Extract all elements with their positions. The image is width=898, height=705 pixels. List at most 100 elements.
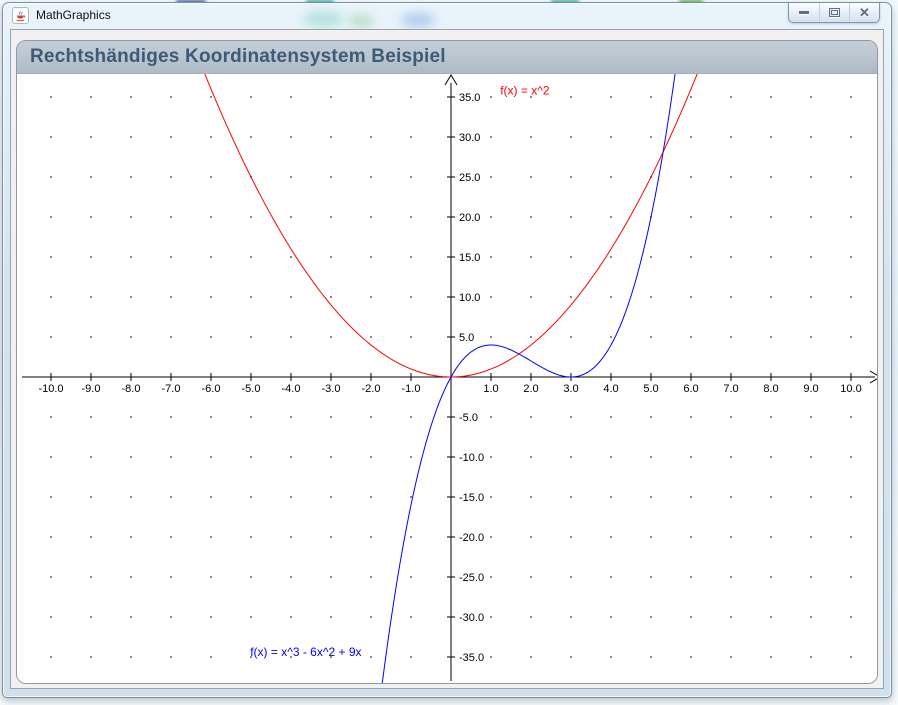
grid-dot — [250, 536, 252, 538]
grid-dot — [330, 336, 332, 338]
grid-dot — [770, 496, 772, 498]
grid-dot — [490, 296, 492, 298]
grid-dot — [850, 296, 852, 298]
grid-dot — [530, 456, 532, 458]
y-tick-label: 5.0 — [459, 332, 474, 344]
grid-dot — [50, 136, 52, 138]
grid-dot — [690, 416, 692, 418]
grid-dot — [90, 136, 92, 138]
grid-dot — [330, 256, 332, 258]
grid-dot — [530, 336, 532, 338]
grid-dot — [370, 456, 372, 458]
grid-dot — [610, 656, 612, 658]
grid-dot — [530, 496, 532, 498]
grid-dot — [730, 296, 732, 298]
grid-dot — [50, 216, 52, 218]
grid-dot — [690, 656, 692, 658]
grid-dot — [770, 296, 772, 298]
grid-dot — [170, 256, 172, 258]
grid-dot — [330, 416, 332, 418]
grid-dot — [90, 216, 92, 218]
grid-dot — [130, 536, 132, 538]
grid-dot — [490, 96, 492, 98]
grid-dot — [290, 336, 292, 338]
grid-dot — [650, 296, 652, 298]
grid-dot — [530, 296, 532, 298]
grid-dot — [850, 576, 852, 578]
y-tick-label: -30.0 — [459, 612, 484, 624]
grid-dot — [850, 496, 852, 498]
grid-dot — [210, 656, 212, 658]
grid-dot — [250, 456, 252, 458]
grid-dot — [250, 256, 252, 258]
grid-dot — [490, 616, 492, 618]
grid-dot — [90, 656, 92, 658]
grid-dot — [810, 136, 812, 138]
glass-reflection — [401, 13, 435, 27]
y-tick-label: 30.0 — [459, 132, 480, 144]
y-tick-label: 35.0 — [459, 92, 480, 104]
grid-dot — [50, 336, 52, 338]
grid-dot — [690, 296, 692, 298]
grid-dot — [610, 136, 612, 138]
close-button[interactable]: ✕ — [849, 3, 879, 22]
x-tick-label: 8.0 — [763, 383, 778, 395]
grid-dot — [730, 336, 732, 338]
grid-dot — [690, 536, 692, 538]
grid-dot — [290, 136, 292, 138]
x-tick-label: -9.0 — [82, 383, 101, 395]
grid-dot — [810, 656, 812, 658]
grid-dot — [170, 576, 172, 578]
grid-dot — [650, 256, 652, 258]
grid-dot — [410, 656, 412, 658]
grid-dot — [850, 216, 852, 218]
grid-dot — [330, 136, 332, 138]
grid-dot — [610, 456, 612, 458]
grid-dot — [130, 656, 132, 658]
grid-dot — [730, 256, 732, 258]
titlebar[interactable]: MathGraphics ✕ — [3, 3, 891, 28]
minimize-button[interactable] — [789, 3, 819, 22]
grid-dot — [50, 616, 52, 618]
grid-dot — [530, 536, 532, 538]
maximize-icon — [829, 8, 840, 17]
grid-dot — [170, 656, 172, 658]
x-tick-label: 9.0 — [803, 383, 818, 395]
grid-dot — [250, 296, 252, 298]
grid-dot — [570, 296, 572, 298]
x-tick-label: -4.0 — [282, 383, 301, 395]
grid-dot — [690, 576, 692, 578]
x-tick-label: -7.0 — [162, 383, 181, 395]
grid-dot — [370, 576, 372, 578]
grid-dot — [610, 616, 612, 618]
grid-dot — [570, 256, 572, 258]
x-tick-label: 4.0 — [603, 383, 618, 395]
grid-dot — [570, 456, 572, 458]
grid-dot — [330, 576, 332, 578]
grid-dot — [170, 496, 172, 498]
grid-dot — [570, 536, 572, 538]
grid-dot — [250, 496, 252, 498]
grid-dot — [850, 136, 852, 138]
grid-dot — [650, 96, 652, 98]
grid-dot — [730, 216, 732, 218]
grid-dot — [810, 496, 812, 498]
grid-dot — [210, 536, 212, 538]
grid-dot — [570, 496, 572, 498]
grid-dot — [490, 176, 492, 178]
grid-dot — [850, 96, 852, 98]
plot-area: -10.0-9.0-8.0-7.0-6.0-5.0-4.0-3.0-2.0-1.… — [17, 74, 877, 683]
grid-dot — [410, 496, 412, 498]
grid-dot — [690, 256, 692, 258]
x-tick-label: -1.0 — [402, 383, 421, 395]
grid-dot — [330, 616, 332, 618]
x-tick-label: 10.0 — [840, 383, 861, 395]
function-label-cubic: f(x) = x^3 - 6x^2 + 9x — [250, 645, 361, 659]
grid-dot — [490, 216, 492, 218]
grid-dot — [170, 136, 172, 138]
maximize-button[interactable] — [819, 3, 849, 22]
grid-dot — [170, 176, 172, 178]
y-tick-label: -25.0 — [459, 572, 484, 584]
grid-dot — [490, 256, 492, 258]
grid-dot — [370, 216, 372, 218]
